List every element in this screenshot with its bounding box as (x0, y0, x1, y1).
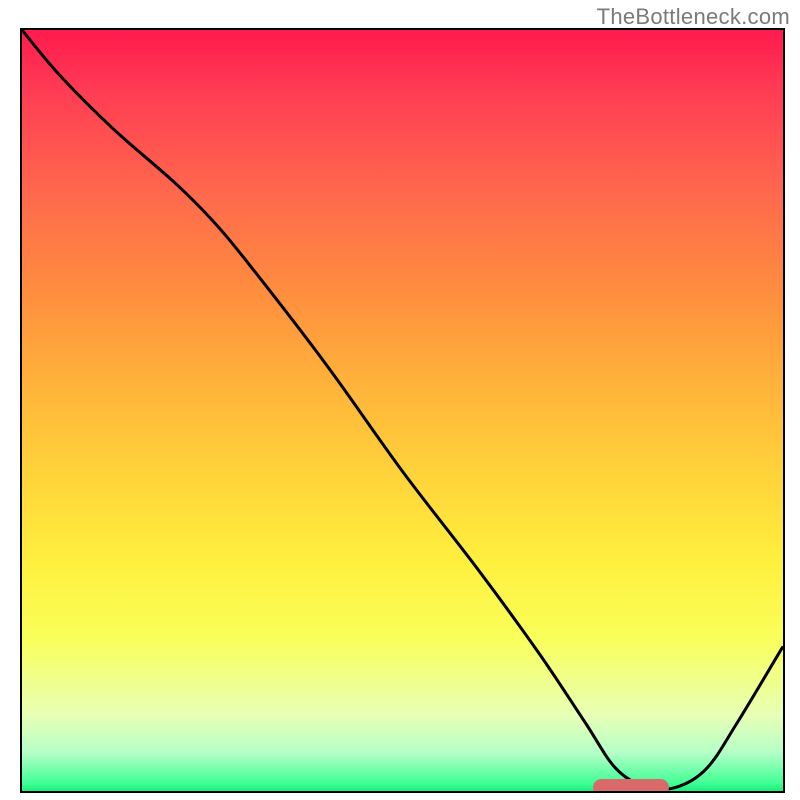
optimal-marker (593, 779, 669, 793)
watermark-text: TheBottleneck.com (597, 4, 790, 30)
curve-path (22, 30, 783, 790)
figure-root: TheBottleneck.com (0, 0, 800, 800)
plot-area (20, 28, 785, 793)
bottleneck-curve (22, 30, 783, 791)
